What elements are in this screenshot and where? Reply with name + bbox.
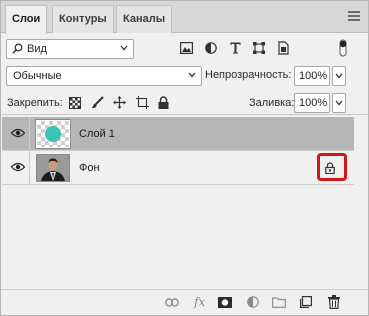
group-folder-icon[interactable] — [272, 297, 286, 308]
filter-toggle-icon[interactable] — [338, 39, 348, 57]
tab-bar: Слои Контуры Каналы — [1, 1, 368, 34]
filter-kind-select[interactable]: Вид — [6, 39, 134, 59]
trash-icon[interactable] — [328, 295, 340, 309]
image-filter-icon[interactable] — [180, 42, 193, 54]
lock-highlight-box — [317, 153, 347, 181]
layer-row-layer1[interactable]: Слой 1 — [2, 117, 354, 151]
new-layer-icon[interactable] — [300, 296, 312, 308]
lock-image-pixels-icon[interactable] — [91, 96, 104, 109]
adjustment-layer-icon[interactable] — [247, 296, 259, 308]
lock-all-icon[interactable] — [158, 96, 169, 109]
filter-kind-label: Вид — [27, 43, 47, 55]
visibility-eye-icon[interactable] — [11, 128, 25, 138]
bottom-toolbar: fx — [1, 289, 368, 315]
visibility-column-divider — [29, 117, 30, 151]
fill-input[interactable]: 100% — [294, 93, 330, 113]
blend-mode-select[interactable]: Обычные — [6, 66, 202, 86]
lock-transparent-pixels-icon[interactable] — [69, 97, 81, 109]
fx-icon[interactable]: fx — [194, 295, 205, 309]
search-icon — [12, 43, 23, 54]
layer-thumbnail — [36, 154, 70, 182]
lock-artboard-icon[interactable] — [136, 96, 149, 109]
chevron-down-icon — [120, 45, 128, 51]
chevron-down-icon — [335, 100, 343, 106]
layer-row-background[interactable]: Фон — [2, 151, 354, 185]
layer-name[interactable]: Слой 1 — [79, 128, 115, 140]
tab-channels[interactable]: Каналы — [116, 5, 173, 33]
opacity-label: Непрозрачность: — [205, 69, 292, 81]
tab-layers[interactable]: Слои — [5, 5, 48, 34]
smart-object-filter-icon[interactable] — [278, 41, 289, 55]
fill-dropdown[interactable] — [332, 93, 346, 113]
chevron-down-icon — [335, 73, 343, 79]
fill-label: Заливка: — [249, 97, 295, 109]
chevron-down-icon — [188, 72, 196, 78]
portrait-photo-thumbnail — [37, 155, 69, 181]
visibility-column-divider — [29, 151, 30, 185]
visibility-eye-icon[interactable] — [11, 162, 25, 172]
layer-thumbnail — [35, 119, 71, 149]
blend-mode-value: Обычные — [13, 70, 62, 82]
shape-filter-icon[interactable] — [253, 42, 265, 54]
lock-label: Закрепить: — [7, 97, 63, 109]
type-filter-icon[interactable] — [230, 42, 241, 54]
panel-menu-icon[interactable] — [348, 11, 360, 21]
lock-position-icon[interactable] — [113, 96, 126, 109]
link-layers-icon[interactable] — [165, 298, 179, 307]
teal-circle-thumbnail — [45, 126, 61, 142]
adjustment-filter-icon[interactable] — [205, 42, 217, 54]
tab-paths[interactable]: Контуры — [52, 5, 114, 33]
layers-panel: Слои Контуры Каналы Вид Обычные Непрозра… — [0, 0, 369, 316]
layer-mask-icon[interactable] — [218, 297, 232, 308]
layers-list: Слой 1 Фон — [2, 114, 368, 288]
opacity-dropdown[interactable] — [332, 66, 346, 86]
layer-name[interactable]: Фон — [79, 162, 100, 174]
opacity-input[interactable]: 100% — [294, 66, 330, 86]
